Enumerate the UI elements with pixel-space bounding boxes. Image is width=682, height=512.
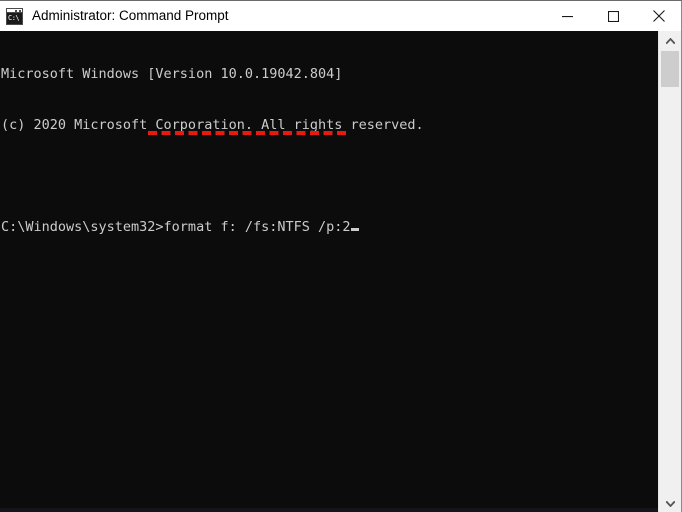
console-line-version: Microsoft Windows [Version 10.0.19042.80… bbox=[1, 66, 343, 82]
command-prompt-icon: C:\ bbox=[6, 7, 23, 25]
red-dashed-underline-annotation bbox=[148, 131, 350, 135]
console-output-area[interactable]: Microsoft Windows [Version 10.0.19042.80… bbox=[0, 31, 658, 512]
chevron-up-icon bbox=[665, 37, 675, 44]
scrollbar-down-button[interactable] bbox=[659, 494, 681, 512]
window-titlebar[interactable]: C:\ Administrator: Command Prompt bbox=[0, 1, 682, 31]
close-icon bbox=[653, 10, 665, 22]
window-title: Administrator: Command Prompt bbox=[32, 8, 229, 23]
minimize-icon bbox=[561, 15, 573, 17]
console-line-prompt-command: C:\Windows\system32>format f: /fs:NTFS /… bbox=[1, 219, 658, 236]
chevron-down-icon bbox=[665, 500, 675, 507]
scrollbar-thumb[interactable] bbox=[661, 51, 679, 87]
window-controls bbox=[544, 1, 682, 31]
minimize-button[interactable] bbox=[544, 1, 590, 31]
console-prompt-and-command: C:\Windows\system32>format f: /fs:NTFS /… bbox=[1, 219, 351, 235]
maximize-button[interactable] bbox=[590, 1, 636, 31]
command-prompt-window: C:\ Administrator: Command Prompt Micros… bbox=[0, 0, 682, 512]
console-cursor bbox=[350, 228, 359, 231]
icon-prompt-glyph: C:\ bbox=[7, 12, 22, 24]
close-button[interactable] bbox=[636, 1, 682, 31]
titlebar-left-group: C:\ Administrator: Command Prompt bbox=[0, 1, 544, 31]
maximize-icon bbox=[607, 10, 619, 22]
vertical-scrollbar[interactable] bbox=[658, 31, 681, 512]
console-text-block: Microsoft Windows [Version 10.0.19042.80… bbox=[0, 31, 658, 270]
scrollbar-up-button[interactable] bbox=[659, 31, 681, 50]
console-bottom-edge bbox=[0, 508, 658, 512]
